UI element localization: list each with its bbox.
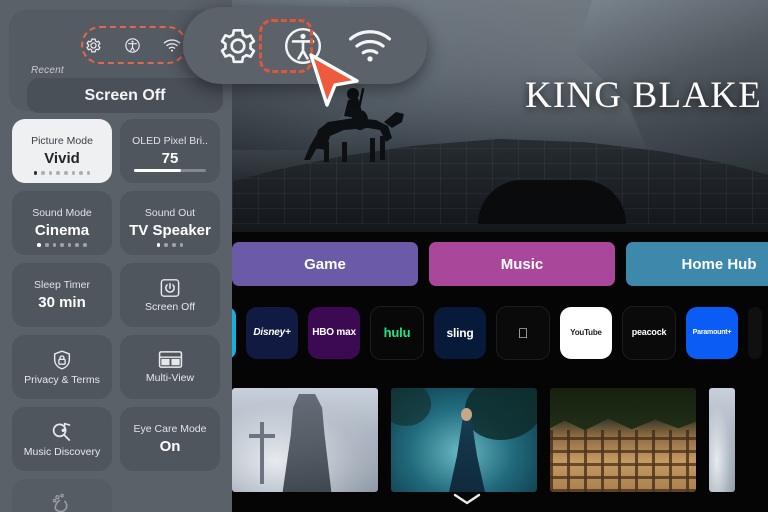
youtube-app-icon[interactable]: YouTube <box>560 307 612 359</box>
mouse-cursor <box>309 53 359 107</box>
forest-decor <box>550 388 696 431</box>
category-tile-label: Game <box>304 255 346 273</box>
card-title: Picture Mode <box>31 134 93 147</box>
card-value: 30 min <box>38 294 86 312</box>
category-tile-home-hub[interactable]: Home Hub <box>626 242 768 286</box>
multiview-icon <box>158 350 183 369</box>
hbo-max-app-icon[interactable]: HBO max <box>308 307 360 359</box>
card-privacy-terms[interactable]: Privacy & Terms <box>12 335 112 399</box>
settings-row: Privacy & Terms Multi-View <box>12 335 220 399</box>
card-title: Sleep Timer <box>33 278 91 291</box>
tv-settings-screen: KING BLAKE Game Music Home Hub max Disne… <box>0 0 768 512</box>
app-label: Disney+ <box>253 326 291 338</box>
tree-decor <box>465 388 537 440</box>
page-dots <box>12 243 112 247</box>
chevron-down-icon[interactable] <box>452 492 482 506</box>
category-tile-label: Home Hub <box>681 255 757 273</box>
bridge-arch-decor <box>478 180 626 224</box>
app-label: Paramount+ <box>692 329 732 337</box>
card-sleep-timer[interactable]: Sleep Timer 30 min <box>12 263 112 327</box>
paramount-plus-app-icon[interactable]: Paramount+ <box>686 307 738 359</box>
thumbnail-next[interactable] <box>709 388 735 492</box>
card-title: Eye Care Mode <box>133 422 207 435</box>
card-value: TV Speaker <box>129 222 211 240</box>
card-sound-mode[interactable]: Sound Mode Cinema <box>12 191 112 255</box>
sword-hilt-decor <box>249 434 275 438</box>
app-icons-row: max Disney+ HBO max hulu sling  YouTube… <box>218 305 768 361</box>
next-app-icon[interactable] <box>748 307 762 359</box>
brightness-slider[interactable] <box>134 169 206 172</box>
card-value: On <box>159 438 181 456</box>
card-eye-care-mode[interactable]: Eye Care Mode On <box>120 407 220 471</box>
quick-icons-highlight <box>81 26 187 64</box>
settings-row: Magic Explorer <box>12 479 220 512</box>
tree-decor <box>391 388 431 426</box>
card-caption: Multi-View <box>145 372 195 384</box>
sword-decor <box>260 422 264 484</box>
magic-explorer-icon <box>50 493 74 512</box>
card-multi-view[interactable]: Multi-View <box>120 335 220 399</box>
card-magic-explorer[interactable]: Magic Explorer <box>12 479 112 512</box>
card-sound-out[interactable]: Sound Out TV Speaker <box>120 191 220 255</box>
card-title: Sound Mode <box>32 206 92 219</box>
settings-gear-icon[interactable] <box>217 25 259 67</box>
music-search-icon <box>50 421 74 443</box>
card-caption: Privacy & Terms <box>24 373 100 386</box>
apple-tv-app-icon[interactable]:  <box>496 306 550 360</box>
sling-app-icon[interactable]: sling <box>434 307 486 359</box>
category-tile-game[interactable]: Game <box>232 242 418 286</box>
disney-plus-app-icon[interactable]: Disney+ <box>246 307 298 359</box>
hulu-app-icon[interactable]: hulu <box>370 306 424 360</box>
card-screen-off[interactable]: Screen Off <box>120 263 220 327</box>
hero-title: KING BLAKE <box>524 75 762 116</box>
settings-row: Music Discovery Eye Care Mode On <box>12 407 220 471</box>
category-tile-music[interactable]: Music <box>429 242 615 286</box>
app-label: hulu <box>383 325 411 341</box>
card-caption: Music Discovery <box>23 445 101 458</box>
peacock-app-icon[interactable]: peacock <box>622 306 676 360</box>
app-label: HBO max <box>312 326 356 338</box>
card-caption: Screen Off <box>145 300 195 313</box>
page-dots <box>120 243 220 247</box>
app-label: sling <box>446 325 474 340</box>
app-label: peacock <box>631 327 667 338</box>
category-tile-label: Music <box>500 255 544 273</box>
recent-button-label: Screen Off <box>84 86 166 104</box>
thumbnail-wooden-maze[interactable] <box>550 388 696 492</box>
settings-row: Sound Mode Cinema Sound Out TV Speaker <box>12 191 220 255</box>
card-picture-mode[interactable]: Picture Mode Vivid <box>12 119 112 183</box>
shield-lock-icon <box>51 349 73 371</box>
app-label: YouTube <box>570 327 602 337</box>
power-icon <box>159 278 181 298</box>
category-tiles-row: Game Music Home Hub <box>232 242 768 286</box>
card-value: Vivid <box>44 150 80 168</box>
card-oled-pixel-brightness[interactable]: OLED Pixel Bri.. 75 <box>120 119 220 183</box>
page-dots <box>12 171 112 175</box>
recent-label: Recent <box>31 65 64 76</box>
card-value: 75 <box>161 150 179 168</box>
card-title: Sound Out <box>144 206 196 219</box>
settings-row: Picture Mode Vivid OLED Pixel Bri.. 75 <box>12 119 220 183</box>
head-decor <box>461 408 472 421</box>
app-label:  <box>518 326 529 341</box>
card-music-discovery[interactable]: Music Discovery <box>12 407 112 471</box>
card-title: OLED Pixel Bri.. <box>132 134 208 147</box>
thumbnail-woman-in-mist[interactable] <box>391 388 537 492</box>
settings-row: Sleep Timer 30 min Screen Off <box>12 263 220 327</box>
thumbnail-hooded-statue[interactable] <box>232 388 378 492</box>
statue-figure-decor <box>282 394 332 492</box>
maze-decor <box>550 430 696 492</box>
card-value: Cinema <box>34 222 90 240</box>
content-thumbnails-row <box>232 388 768 494</box>
quick-settings-grid: Picture Mode Vivid OLED Pixel Bri.. 75 S… <box>12 119 220 512</box>
